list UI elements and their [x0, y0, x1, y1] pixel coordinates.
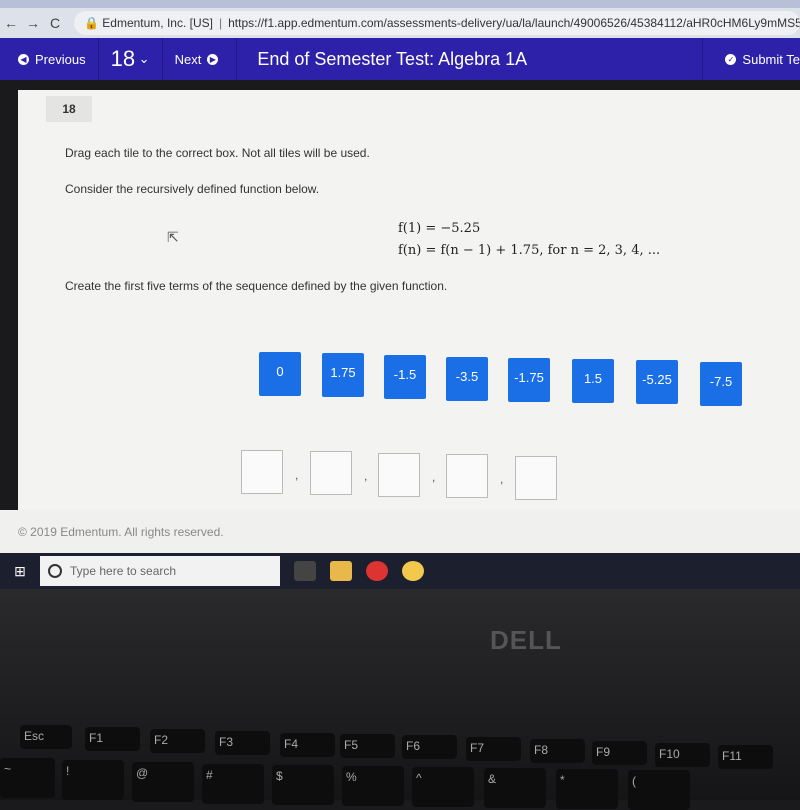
key-f9: F9 — [592, 741, 647, 765]
key-tilde: ~ — [0, 758, 55, 798]
tile[interactable]: -7.5 — [700, 362, 742, 406]
address-bar: ← → C 🔒 Edmentum, Inc. [US] | https://f1… — [0, 8, 800, 38]
answer-box-1[interactable] — [241, 450, 283, 494]
tile[interactable]: -1.75 — [508, 358, 550, 402]
key-3: # — [202, 764, 264, 804]
submit-button[interactable]: ✓ Submit Te — [702, 38, 800, 80]
submit-label: Submit Te — [742, 51, 800, 67]
chevron-down-icon: ⌄ — [135, 51, 150, 66]
key-2: @ — [132, 762, 194, 802]
key-7: & — [484, 768, 546, 808]
next-label: Next — [174, 51, 202, 67]
previous-label: Previous — [35, 51, 86, 67]
next-button[interactable]: Next ▶ — [163, 38, 238, 80]
key-8: * — [556, 769, 618, 809]
cursor-icon: ⇱ — [167, 229, 179, 245]
question-selector[interactable]: 18 ⌄ — [99, 38, 163, 80]
key-9: ( — [628, 770, 690, 810]
file-explorer-icon[interactable] — [330, 561, 352, 581]
test-title: End of Semester Test: Algebra 1A — [257, 48, 528, 69]
question-number: 18 — [110, 46, 136, 71]
url-field[interactable]: 🔒 Edmentum, Inc. [US] | https://f1.app.e… — [74, 11, 800, 35]
prompt-text: Consider the recursively defined functio… — [65, 182, 320, 196]
key-f3: F3 — [215, 731, 270, 755]
previous-button[interactable]: ◀ Previous — [0, 38, 99, 80]
answer-box-5[interactable] — [515, 456, 557, 500]
question-number-tag: 18 — [46, 96, 92, 122]
answer-box-3[interactable] — [378, 453, 420, 497]
tile[interactable]: -1.5 — [384, 355, 426, 399]
copyright: © 2019 Edmentum. All rights reserved. — [18, 525, 224, 539]
search-placeholder: Type here to search — [70, 564, 177, 578]
chevron-right-icon: ▶ — [207, 53, 219, 65]
key-1: ! — [62, 760, 124, 800]
answer-box-2[interactable] — [310, 451, 352, 495]
task-view-icon[interactable] — [294, 561, 316, 581]
tile[interactable]: 1.5 — [572, 359, 614, 403]
key-4: $ — [272, 765, 334, 805]
separator: , — [295, 468, 299, 482]
separator: , — [364, 469, 368, 483]
cortana-icon — [48, 564, 62, 578]
lock-icon: 🔒 — [84, 16, 103, 30]
check-icon: ✓ — [725, 53, 737, 65]
task-text: Create the first five terms of the seque… — [65, 279, 448, 293]
separator: , — [432, 470, 436, 484]
key-f8: F8 — [530, 739, 585, 763]
taskbar-search[interactable]: Type here to search — [40, 556, 280, 586]
key-5: % — [342, 766, 404, 806]
answer-box-4[interactable] — [446, 454, 488, 498]
browser-tab-strip — [0, 0, 800, 8]
tile[interactable]: -3.5 — [446, 357, 488, 401]
tile[interactable]: 1.75 — [322, 353, 364, 397]
site-identity: Edmentum, Inc. [US] — [102, 16, 213, 30]
key-f1: F1 — [85, 727, 140, 751]
windows-start-icon[interactable]: ⊞ — [0, 563, 40, 580]
tile[interactable]: 0 — [259, 352, 301, 396]
key-f11: F11 — [718, 745, 773, 769]
function-definition: f(1) = −5.25 f(n) = f(n − 1) + 1.75, for… — [398, 218, 660, 262]
formula-base: f(1) = −5.25 — [398, 221, 481, 236]
key-esc: Esc — [20, 725, 72, 749]
dell-logo: DELL — [490, 625, 562, 655]
key-6: ^ — [412, 767, 474, 807]
key-f5: F5 — [340, 734, 395, 758]
instruction-text: Drag each tile to the correct box. Not a… — [65, 146, 370, 160]
key-f2: F2 — [150, 729, 205, 753]
formula-recursive: f(n) = f(n − 1) + 1.75, for n = 2, 3, 4,… — [398, 243, 661, 258]
app-icon[interactable] — [402, 561, 424, 581]
tile[interactable]: -5.25 — [636, 360, 678, 404]
key-f4: F4 — [280, 733, 335, 757]
key-f7: F7 — [466, 737, 521, 761]
reload-button[interactable]: C — [44, 15, 66, 31]
chevron-left-icon: ◀ — [18, 53, 29, 65]
back-button[interactable]: ← — [0, 15, 22, 31]
taskbar: ⊞ Type here to search — [0, 553, 800, 589]
url-text: https://f1.app.edmentum.com/assessments-… — [228, 16, 800, 30]
test-header: ◀ Previous 18 ⌄ Next ▶ End of Semester Tes… — [0, 38, 800, 80]
chrome-icon[interactable] — [366, 561, 388, 581]
key-f10: F10 — [655, 743, 710, 767]
key-f6: F6 — [402, 735, 457, 759]
separator: , — [500, 472, 504, 486]
forward-button[interactable]: → — [22, 15, 44, 31]
